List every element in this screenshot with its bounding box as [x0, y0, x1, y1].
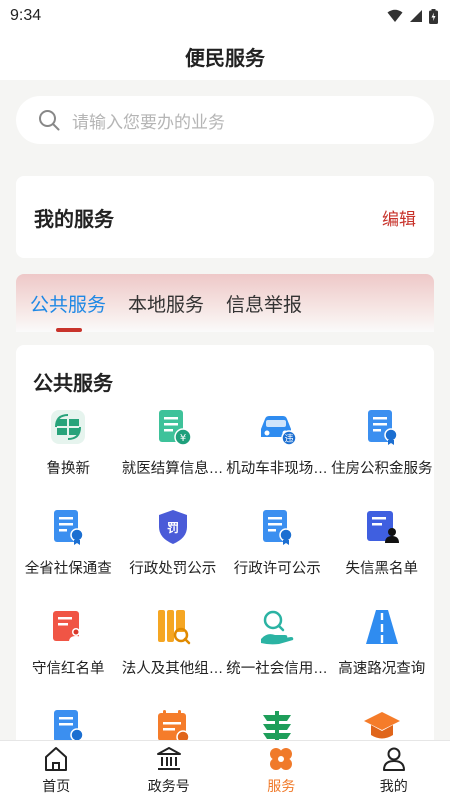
search-area: 请输入您要办的业务 [0, 80, 450, 146]
section-title: 公共服务 [33, 373, 113, 395]
status-icons [387, 8, 438, 24]
service-label: 法人及其他组织信息 [121, 661, 224, 677]
nav-profile[interactable]: 我的 [338, 741, 450, 800]
penalty-shield-icon: 罚 [158, 510, 187, 544]
social-security-icon [54, 510, 84, 545]
service-item-redlist[interactable]: 守信红名单 [16, 605, 121, 705]
service-item-highway-conditions[interactable]: 高速路况查询 [330, 605, 435, 705]
legal-person-icon [157, 610, 190, 645]
highway-icon [365, 610, 398, 644]
search-icon [39, 110, 60, 131]
blacklist-icon [366, 511, 399, 543]
nav-label: 政务号 [147, 778, 190, 794]
service-label: 就医结算信息查询 [121, 461, 224, 477]
nav-label: 首页 [42, 778, 71, 794]
service-item-administrative-penalty[interactable]: 罚 行政处罚公示 [121, 505, 226, 605]
car-violation-icon: 违 [261, 416, 297, 446]
user-icon [382, 747, 405, 771]
service-item-credit-code[interactable]: 统一社会信用代码 [225, 605, 330, 705]
app-header: 便民服务 [0, 32, 450, 80]
service-label: 行政许可公示 [233, 561, 321, 577]
service-label: 守信红名单 [32, 661, 105, 677]
service-item-administrative-license[interactable]: 行政许可公示 [225, 505, 330, 605]
status-time: 9:34 [10, 7, 42, 24]
my-services-title: 我的服务 [34, 208, 114, 231]
public-services-card: 公共服务 鲁换新 ¥ 就医结算信息查询 [16, 345, 434, 765]
service-tabs: 公共服务 本地服务 信息举报 [16, 274, 434, 332]
service-item-social-security[interactable]: 全省社保通查 [16, 505, 121, 605]
tab-info-report[interactable]: 信息举报 [226, 290, 302, 317]
service-item-housing-fund[interactable]: 住房公积金服务 [330, 405, 435, 505]
bottom-nav: 首页 政务号 服务 我的 [0, 740, 450, 800]
housing-fund-icon [367, 410, 398, 445]
service-label: 行政处罚公示 [129, 561, 217, 577]
service-label: 鲁换新 [46, 461, 91, 477]
svg-text:¥: ¥ [180, 433, 186, 444]
service-label: 全省社保通查 [24, 561, 112, 577]
page-title: 便民服务 [185, 47, 265, 70]
edit-button[interactable]: 编辑 [382, 205, 416, 230]
svg-text:罚: 罚 [167, 521, 179, 535]
replace-badge-icon [51, 410, 86, 444]
service-item-vehicle-violation[interactable]: 违 机动车非现场违法查询 [225, 405, 330, 505]
signal-icon [410, 10, 422, 22]
government-building-icon [156, 747, 181, 770]
service-label: 住房公积金服务 [331, 461, 433, 477]
tab-local-services[interactable]: 本地服务 [128, 290, 204, 317]
service-item-legal-person[interactable]: 法人及其他组织信息 [121, 605, 226, 705]
my-services-card: 我的服务 编辑 [16, 176, 434, 258]
service-label: 失信黑名单 [345, 561, 419, 577]
nav-services[interactable]: 服务 [225, 741, 338, 800]
license-doc-icon [263, 510, 293, 545]
home-icon [45, 747, 68, 771]
nav-label: 我的 [379, 778, 408, 794]
service-item-medical-settlement[interactable]: ¥ 就医结算信息查询 [121, 405, 226, 505]
battery-icon [429, 8, 438, 24]
search-input[interactable]: 请输入您要办的业务 [16, 96, 434, 144]
svg-text:违: 违 [285, 434, 294, 445]
service-label: 统一社会信用代码 [226, 661, 328, 677]
tab-public-services[interactable]: 公共服务 [30, 290, 106, 317]
nav-home[interactable]: 首页 [0, 741, 113, 800]
service-item-lu-huan-xin[interactable]: 鲁换新 [16, 405, 121, 505]
wifi-icon [387, 9, 403, 22]
service-label: 高速路况查询 [338, 661, 426, 677]
services-clover-icon [270, 748, 293, 770]
active-tab-indicator [56, 328, 82, 332]
medical-bill-icon: ¥ [158, 410, 192, 446]
service-label: 机动车非现场违法查询 [226, 461, 328, 477]
status-bar: 9:34 [0, 0, 450, 32]
search-placeholder: 请输入您要办的业务 [72, 112, 225, 132]
services-grid: 鲁换新 ¥ 就医结算信息查询 违 机动车非现场违法查询 [16, 405, 434, 765]
credit-search-icon [261, 610, 294, 645]
service-item-blacklist[interactable]: 失信黑名单 [330, 505, 435, 605]
nav-government-accounts[interactable]: 政务号 [113, 741, 226, 800]
nav-label: 服务 [267, 778, 296, 794]
redlist-icon [53, 611, 84, 642]
